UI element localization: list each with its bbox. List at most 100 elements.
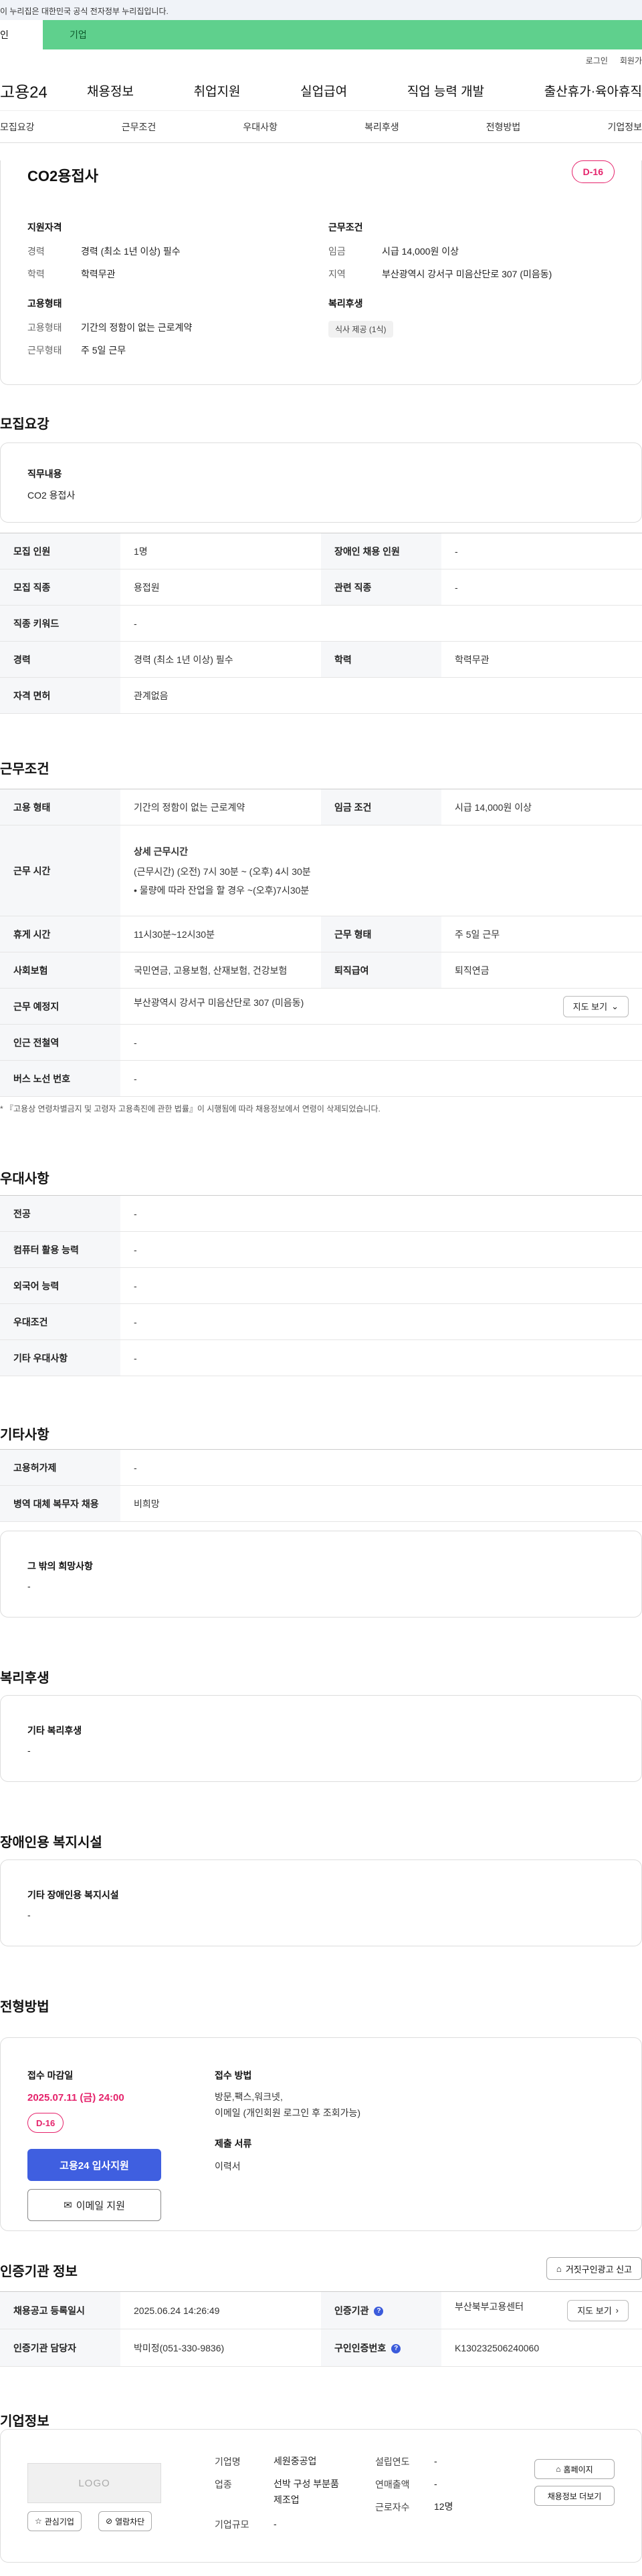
table-row: 버스 노선 번호 - bbox=[0, 1060, 642, 1097]
summary-row: 고용형태 기간의 정함이 없는 근로계약 bbox=[27, 321, 192, 334]
summary-key: 지역 bbox=[328, 269, 346, 279]
cell-value: - bbox=[120, 1267, 642, 1304]
welfare-summary-block: 복리후생 식사 제공 (1식) bbox=[328, 297, 393, 338]
summary-row: 경력 경력 (최소 1년 이상) 필수 bbox=[27, 245, 181, 258]
anchor-selection[interactable]: 전형방법 bbox=[486, 120, 521, 134]
cell-key: 모집 인원 bbox=[0, 533, 120, 569]
tab-personal[interactable]: 인 bbox=[0, 20, 43, 49]
block-view-label: 열람차단 bbox=[115, 2517, 145, 2527]
summary-value: 주 5일 근무 bbox=[81, 345, 126, 356]
founded-year-value: - bbox=[434, 2456, 437, 2466]
favorite-company-button[interactable]: ☆ 관심기업 bbox=[27, 2511, 82, 2531]
site-logo[interactable]: 고용24 bbox=[0, 79, 74, 102]
user-type-tabs: 인 기업 bbox=[0, 20, 642, 49]
table-row: 우대조건 - bbox=[0, 1303, 642, 1340]
annual-sales-key: 연매출액 bbox=[375, 2479, 410, 2490]
deadline-value: 2025.07.11 (금) 24:00 bbox=[27, 2092, 124, 2103]
info-icon[interactable]: ? bbox=[391, 2343, 401, 2353]
cell-key: 버스 노선 번호 bbox=[0, 1060, 120, 1097]
anchor-welfare[interactable]: 복리후생 bbox=[364, 120, 399, 134]
cell-key: 관련 직종 bbox=[321, 569, 441, 606]
work-hours-line: (근무시간) (오전) 7시 30분 ~ (오후) 4시 30분 bbox=[134, 866, 311, 877]
disability-value: - bbox=[27, 1910, 31, 1920]
company-size-value: - bbox=[274, 2519, 277, 2529]
employees-value: 12명 bbox=[434, 2501, 453, 2512]
table-row: 채용공고 등록일시 2025.06.24 14:26:49 인증기관 ? 부산북… bbox=[0, 2291, 642, 2329]
table-row: 직종 키워드 - bbox=[0, 605, 642, 642]
signup-link[interactable]: 회원가 bbox=[620, 55, 642, 66]
agency-map-button[interactable]: 지도 보기 › bbox=[567, 2299, 629, 2321]
cell-value: - bbox=[441, 533, 642, 569]
info-icon[interactable]: ? bbox=[374, 2306, 384, 2316]
cell-key: 인근 전철역 bbox=[0, 1024, 120, 1061]
homepage-label: 홈페이지 bbox=[563, 2464, 593, 2474]
menu-employment-support[interactable]: 취업지원 bbox=[194, 82, 241, 100]
block-view-button[interactable]: ⊘ 열람차단 bbox=[98, 2511, 152, 2531]
utility-links: 로그인 회원가 bbox=[0, 49, 642, 71]
cell-value: 경력 (최소 1년 이상) 필수 bbox=[120, 641, 321, 678]
agency-key-cell: 인증기관 ? bbox=[321, 2291, 441, 2329]
menu-skills-development[interactable]: 직업 능력 개발 bbox=[407, 82, 484, 100]
docs-label: 제출 서류 bbox=[215, 2138, 252, 2149]
report-fake-ad-label: 거짓구인광고 신고 bbox=[565, 2264, 632, 2275]
selection-card: 접수 마감일 2025.07.11 (금) 24:00 D-16 고용24 입사… bbox=[0, 2037, 642, 2231]
email-apply-button[interactable]: ✉ 이메일 지원 bbox=[27, 2189, 161, 2221]
company-name-value: 세원중공업 bbox=[274, 2456, 317, 2466]
recruit-table: 모집 인원 1명 장애인 채용 인원 - 모집 직종 용접원 관련 직종 - 직… bbox=[0, 533, 642, 714]
summary-value: 시급 14,000원 이상 bbox=[382, 246, 459, 257]
welfare-heading: 복리후생 bbox=[0, 1671, 49, 1686]
map-view-button[interactable]: 지도 보기 ⌄ bbox=[562, 995, 629, 1017]
cell-key: 휴게 시간 bbox=[0, 916, 120, 952]
homepage-button[interactable]: ⌂ 홈페이지 bbox=[534, 2459, 615, 2479]
block-icon: ⊘ bbox=[106, 2517, 113, 2526]
table-row: 경력 경력 (최소 1년 이상) 필수 학력 학력무관 bbox=[0, 641, 642, 678]
cell-key: 근무 형태 bbox=[321, 916, 441, 952]
anchor-preference[interactable]: 우대사항 bbox=[243, 120, 278, 134]
cell-key: 전공 bbox=[0, 1195, 120, 1232]
cell-key: 고용 형태 bbox=[0, 789, 120, 825]
summary-key: 임금 bbox=[328, 246, 346, 257]
agency-heading: 인증기관 정보 bbox=[0, 2265, 78, 2279]
anchor-company[interactable]: 기업정보 bbox=[607, 120, 642, 134]
cell-value: 비희망 bbox=[120, 1485, 642, 1522]
cell-value: 2025.06.24 14:26:49 bbox=[120, 2291, 321, 2329]
global-nav: 고용24 채용정보 취업지원 실업급여 직업 능력 개발 출산휴가·육아휴직 bbox=[0, 71, 642, 111]
report-fake-ad-button[interactable]: ⌂ 거짓구인광고 신고 bbox=[546, 2257, 642, 2280]
agency-value-cell: 부산북부고용센터 지도 보기 › bbox=[441, 2291, 642, 2329]
etc-table: 고용허가제 - 병역 대체 복무자 채용 비희망 bbox=[0, 1449, 642, 1522]
cell-value: 용접원 bbox=[120, 569, 321, 606]
cell-value: 1명 bbox=[120, 533, 321, 569]
job-detail-page: 이 누리집은 대한민국 공식 전자정부 누리집입니다. 인 기업 로그인 회원가… bbox=[0, 0, 642, 2576]
more-jobs-button[interactable]: 채용정보 더보기 bbox=[534, 2486, 615, 2506]
summary-row: 근무형태 주 5일 근무 bbox=[27, 344, 192, 357]
menu-unemployment-benefit[interactable]: 실업급여 bbox=[300, 82, 347, 100]
favorite-company-label: 관심기업 bbox=[44, 2517, 74, 2527]
other-hope-value: - bbox=[27, 1581, 31, 1591]
summary-key: 근무형태 bbox=[27, 345, 62, 356]
summary-row: 학력 학력무관 bbox=[27, 267, 181, 281]
anchor-recruit[interactable]: 모집요강 bbox=[0, 120, 35, 134]
cell-value: 학력무관 bbox=[441, 641, 642, 678]
cell-key: 근무 시간 bbox=[0, 825, 120, 916]
menu-parental-leave[interactable]: 출산휴가·육아휴직 bbox=[544, 82, 642, 100]
login-link[interactable]: 로그인 bbox=[586, 55, 608, 66]
preference-table: 전공 - 컴퓨터 활용 능력 - 외국어 능력 - 우대조건 - 기타 우대사항… bbox=[0, 1195, 642, 1376]
menu-jobs[interactable]: 채용정보 bbox=[87, 82, 134, 100]
anchor-conditions[interactable]: 근무조건 bbox=[122, 120, 156, 134]
agency-table: 채용공고 등록일시 2025.06.24 14:26:49 인증기관 ? 부산북… bbox=[0, 2291, 642, 2367]
job-cert-key-cell: 구인인증번호 ? bbox=[321, 2329, 441, 2367]
cell-key: 근무 예정지 bbox=[0, 988, 120, 1025]
job-title: CO2용접사 bbox=[27, 168, 98, 184]
tab-company[interactable]: 기업 bbox=[43, 20, 642, 49]
table-row: 모집 인원 1명 장애인 채용 인원 - bbox=[0, 533, 642, 569]
cell-key: 인증기관 bbox=[334, 2305, 369, 2316]
cell-value: 퇴직연금 bbox=[441, 952, 642, 989]
work-condition-block: 근무조건 임금 시급 14,000원 이상 지역 부산광역시 강서구 미음산단로… bbox=[328, 221, 552, 290]
cell-key: 고용허가제 bbox=[0, 1449, 120, 1486]
apply-button[interactable]: 고용24 입사지원 bbox=[27, 2149, 161, 2181]
method-line-2: 이메일 (개인회원 로그인 후 조회가능) bbox=[215, 2107, 361, 2118]
welfare-chip: 식사 제공 (1식) bbox=[328, 321, 393, 338]
home-icon: ⌂ bbox=[556, 2464, 561, 2474]
cell-value: - bbox=[120, 1195, 642, 1232]
welfare-value: - bbox=[27, 1745, 31, 1756]
